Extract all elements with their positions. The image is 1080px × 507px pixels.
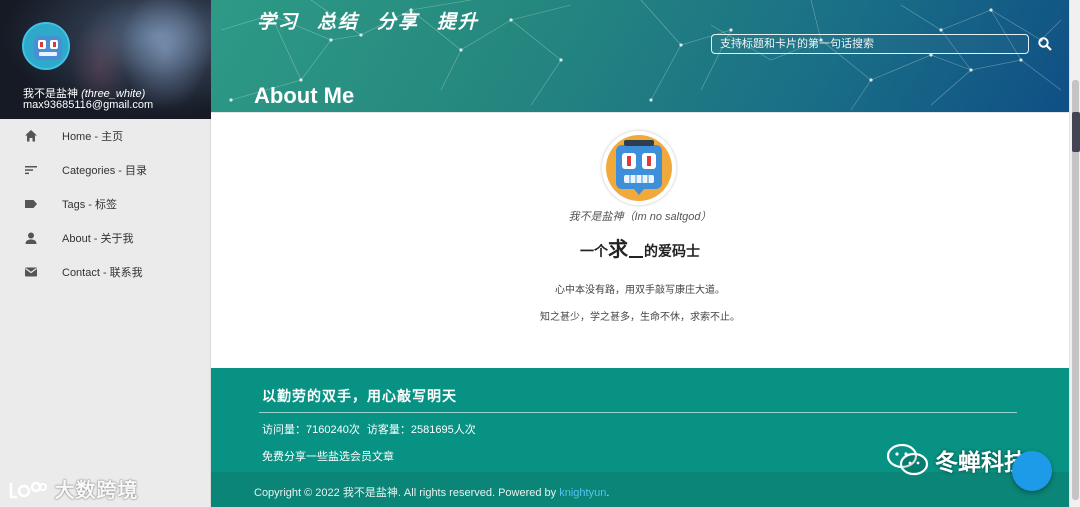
footer-stats: 访问量：7160240次 访客量：2581695人次	[262, 421, 480, 437]
floating-action-button[interactable]	[1012, 451, 1052, 491]
sidebar-item-home[interactable]: Home - 主页	[0, 119, 210, 153]
sidebar-item-label: Categories - 目录	[62, 165, 147, 177]
watermark-right: 冬蝉科技	[887, 440, 1027, 480]
sidebar-item-label: Home - 主页	[62, 131, 124, 143]
watermark-logo-icon	[9, 481, 47, 499]
page-title: About Me	[254, 83, 355, 108]
sidebar-item-about[interactable]: About - 关于我	[0, 221, 210, 255]
header-slogan: 学习 总结 分享 提升	[257, 11, 480, 33]
label-icon	[25, 200, 37, 208]
footer-slogan: 以勤劳的双手，用心敲写明天	[262, 389, 457, 405]
search-input[interactable]	[711, 34, 1029, 54]
wechat-icon	[887, 443, 929, 476]
about-line-1: 心中本没有路，用双手敲写康庄大道。	[555, 285, 725, 296]
visit-count: 访问量：7160240次	[262, 424, 360, 436]
mail-icon	[25, 267, 37, 277]
sidebar-item-categories[interactable]: Categories - 目录	[0, 153, 210, 187]
watermark-left: 大数跨境	[8, 474, 139, 503]
sidebar-item-label: Tags - 标签	[62, 199, 118, 211]
profile-card: 我不是盐神 (three_white) max93685116@gmail.co…	[0, 0, 211, 119]
sidebar-item-contact[interactable]: Contact - 联系我	[0, 255, 210, 289]
sort-icon	[25, 166, 37, 175]
search-icon[interactable]	[1037, 36, 1053, 52]
sidebar-item-tags[interactable]: Tags - 标签	[0, 187, 210, 221]
home-icon	[25, 130, 37, 142]
copyright: Copyright © 2022 我不是盐神. All rights reser…	[254, 487, 610, 499]
about-line-2: 知之甚少，学之甚多，生命不休，求索不止。	[540, 312, 740, 323]
about-name: 我不是盐神（Im no saltgod）	[568, 211, 712, 223]
avatar[interactable]	[22, 22, 70, 70]
header-banner: 学习总结分享提升 About Me	[211, 0, 1069, 112]
sidebar-item-label: About - 关于我	[62, 233, 134, 245]
scrollbar[interactable]	[1069, 0, 1080, 507]
footer-divider	[259, 412, 1017, 413]
powered-by-link[interactable]: knightyun	[559, 487, 606, 499]
person-icon	[25, 232, 37, 244]
footer-share-text: 免费分享一些盐选会员文章	[262, 451, 394, 463]
visitor-count: 访客量：2581695人次	[366, 424, 476, 436]
about-section: 我不是盐神（Im no saltgod） 一个求 的爱码士 心中本没有路，用双手敲…	[211, 112, 1069, 368]
side-widget[interactable]	[1072, 112, 1080, 152]
sidebar: 我不是盐神 (three_white) max93685116@gmail.co…	[0, 0, 211, 507]
sidebar-item-label: Contact - 联系我	[62, 267, 143, 279]
about-avatar	[602, 131, 676, 205]
profile-email: max93685116@gmail.com	[23, 99, 154, 111]
footer: 以勤劳的双手，用心敲写明天 访问量：7160240次 访客量：2581695人次…	[211, 368, 1069, 507]
about-motto: 一个求 的爱码士	[580, 239, 700, 261]
sidebar-nav: Home - 主页 Categories - 目录 Tags - 标签 Abou…	[0, 119, 210, 289]
